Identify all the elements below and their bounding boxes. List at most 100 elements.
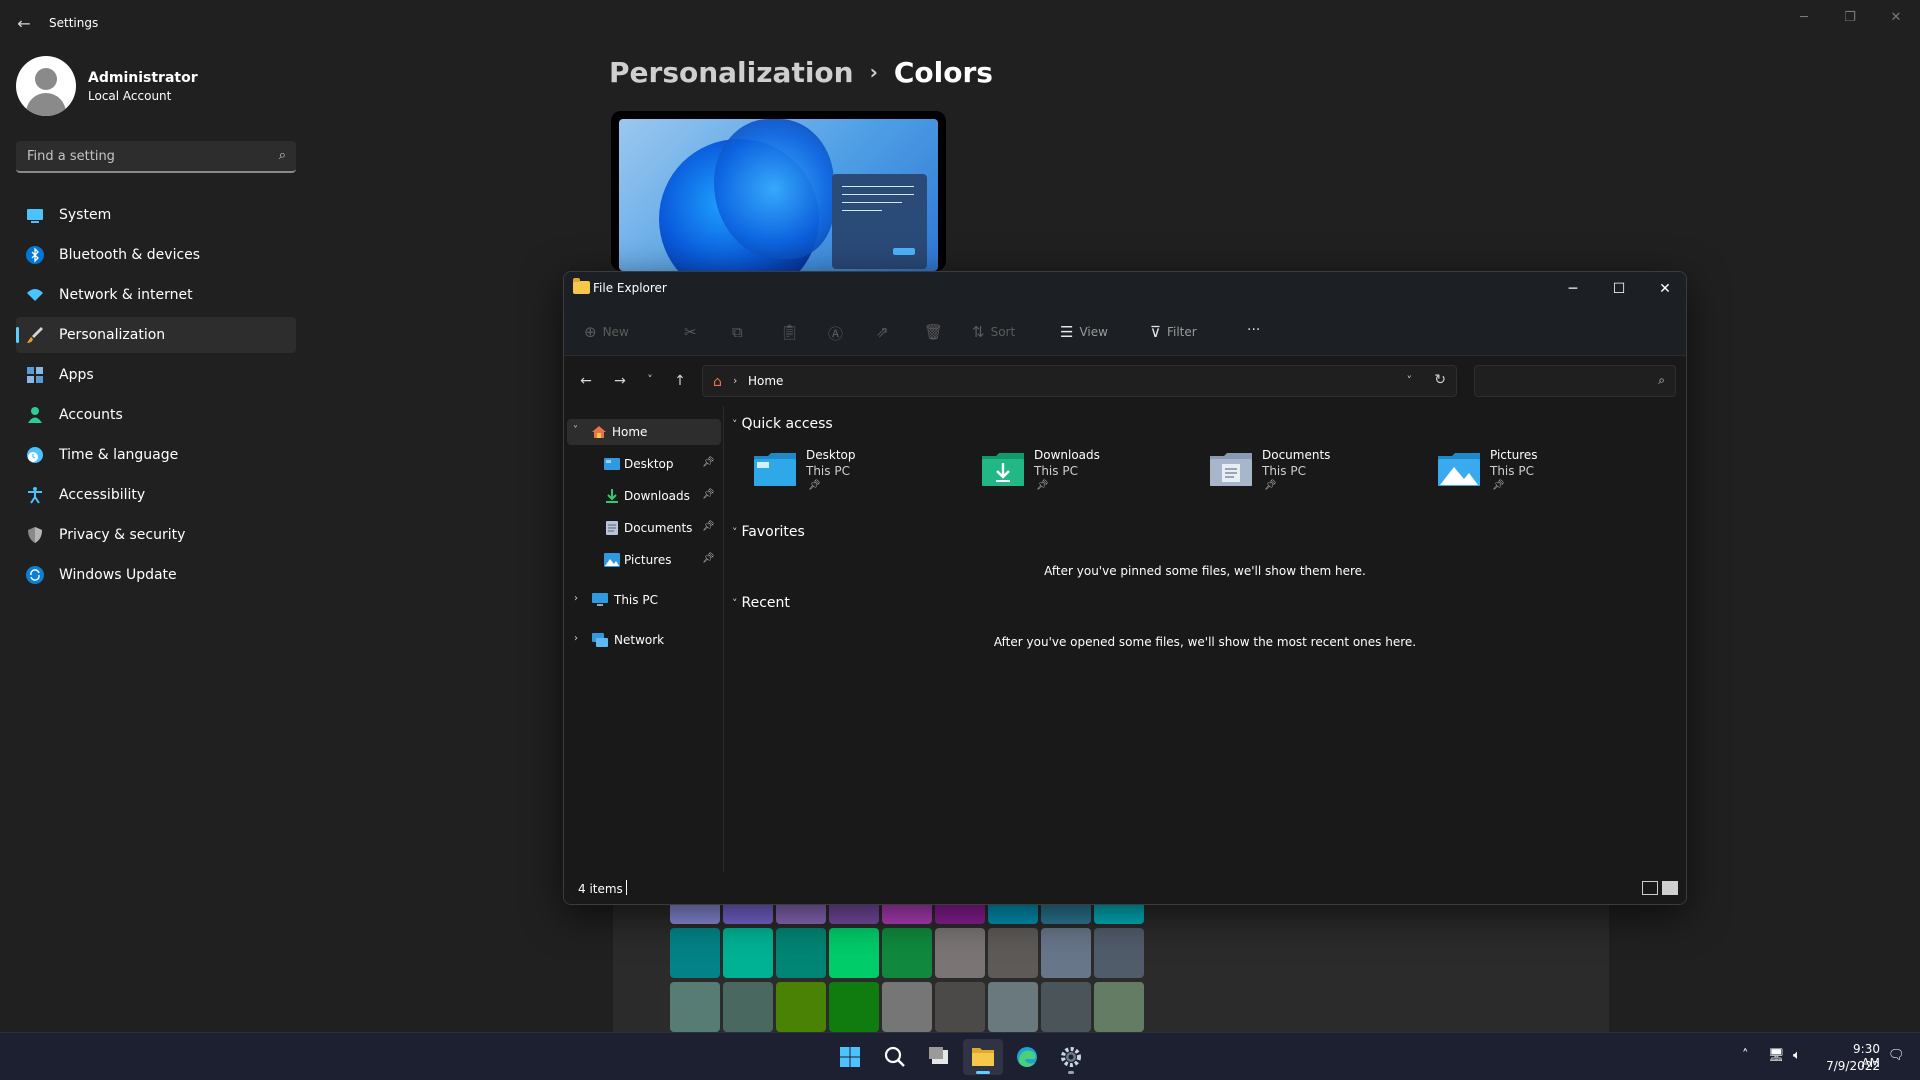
desktop-icon [604,456,620,470]
pin-icon[interactable]: 📌︎ [702,521,715,532]
pin-icon[interactable]: 📌︎ [702,553,715,564]
accent-color-swatch[interactable] [1094,982,1144,1032]
accent-color-swatch[interactable] [988,928,1038,978]
favorites-header[interactable]: ˅ Favorites [732,524,805,540]
chevron-down-icon[interactable]: ˅ [573,425,578,436]
forward-arrow-icon[interactable]: → [610,373,630,391]
sidebar-item-system[interactable]: System [16,197,296,233]
back-arrow-icon[interactable]: ← [576,373,596,391]
sidebar-item-network[interactable]: Network & internet [16,277,296,313]
more-options-button[interactable]: ··· [1247,322,1260,340]
accent-color-swatch[interactable] [723,928,773,978]
edge-button[interactable] [1007,1039,1047,1075]
accent-color-swatch[interactable] [988,982,1038,1032]
quick-access-item-documents[interactable]: Documents This PC 📌︎ [1210,446,1410,498]
sidebar-item-label: Network & internet [59,287,193,303]
maximize-button[interactable]: ❐ [1827,4,1873,32]
accent-color-swatch[interactable] [670,928,720,978]
quick-access-item-downloads[interactable]: Downloads This PC 📌︎ [982,446,1182,498]
item-count: 4 items [578,882,623,896]
recent-locations-chevron-icon[interactable]: ˅ [640,373,660,391]
explorer-search-input[interactable]: ⌕ [1474,365,1676,397]
accent-color-swatch[interactable] [1094,928,1144,978]
accent-color-swatch[interactable] [882,928,932,978]
start-button[interactable] [830,1039,870,1075]
accent-color-swatch[interactable] [935,928,985,978]
quick-access-item-pictures[interactable]: Pictures This PC 📌︎ [1438,446,1638,498]
tiles-view-icon[interactable] [1662,881,1678,895]
sidebar-item-personalization[interactable]: Personalization [16,317,296,353]
speaker-icon[interactable]: 🔈︎ [1793,1048,1801,1063]
accent-color-swatch[interactable] [670,982,720,1032]
close-button[interactable]: ✕ [1873,4,1919,32]
filter-button[interactable]: ⊽ Filter [1150,322,1197,341]
notifications-icon[interactable]: 🗨︎ [1888,1048,1905,1063]
sidebar-item-apps[interactable]: Apps [16,357,296,393]
sidebar-item-accessibility[interactable]: Accessibility [16,477,296,513]
scissors-icon: ✂ [684,323,697,341]
sidebar-item-windows-update[interactable]: Windows Update [16,557,296,593]
network-tray-icon[interactable]: 🖥︎ [1768,1048,1785,1063]
delete-button[interactable]: 🗑︎ [924,322,949,341]
minimize-button[interactable]: ─ [1550,272,1596,306]
accent-color-swatch[interactable] [776,928,826,978]
copy-button[interactable]: ⧉ [732,322,749,341]
new-button[interactable]: ⊕ New [584,322,629,341]
view-button[interactable]: ☰ View [1060,322,1108,341]
sidebar-item-label: Personalization [59,327,166,343]
home-icon [591,424,607,438]
clock-date[interactable]: 7/9/2022 [1822,1059,1880,1073]
accent-color-swatch[interactable] [935,982,985,1032]
accent-color-swatch[interactable] [776,982,826,1032]
chevron-right-icon[interactable]: › [574,593,578,604]
address-path[interactable]: Home [748,374,783,388]
chevron-right-icon[interactable]: › [733,374,737,387]
close-button[interactable]: ✕ [1642,272,1686,306]
accent-color-swatch[interactable] [829,982,879,1032]
settings-button[interactable] [1051,1039,1091,1075]
sidebar-item-time-language[interactable]: Time & language [16,437,296,473]
file-explorer-button[interactable] [963,1039,1003,1075]
details-view-icon[interactable] [1642,881,1658,895]
sidebar-item-bluetooth[interactable]: Bluetooth & devices [16,237,296,273]
refresh-icon[interactable]: ↻ [1434,372,1446,388]
tree-item-this-pc[interactable]: › This PC [564,587,718,613]
back-button[interactable]: ← [12,12,36,36]
tree-item-network[interactable]: › Network [564,627,718,653]
maximize-button[interactable]: ☐ [1596,272,1642,306]
sidebar-item-privacy[interactable]: Privacy & security [16,517,296,553]
cut-button[interactable]: ✂ [684,322,703,341]
tree-item-documents[interactable]: Documents 📌︎ [564,515,718,541]
breadcrumb-parent[interactable]: Personalization [609,56,854,89]
filter-icon: ⊽ [1150,323,1161,341]
sidebar-item-accounts[interactable]: Accounts [16,397,296,433]
file-explorer-window: File Explorer ─ ☐ ✕ ⊕ New ✂ ⧉ 📋︎ Ⓐ ⇗ 🗑︎ ⇅… [563,271,1687,905]
accent-color-swatch[interactable] [1041,928,1091,978]
share-button[interactable]: ⇗ [876,322,895,341]
pin-icon[interactable]: 📌︎ [702,457,715,468]
task-view-button[interactable] [919,1039,959,1075]
pin-icon[interactable]: 📌︎ [702,489,715,500]
settings-search-input[interactable]: Find a setting ⌕ [16,141,296,173]
chevron-up-icon[interactable]: ˄ [1742,1048,1749,1063]
accent-color-swatch[interactable] [829,928,879,978]
quick-access-item-desktop[interactable]: Desktop This PC 📌︎ [754,446,954,498]
tree-item-downloads[interactable]: Downloads 📌︎ [564,483,718,509]
tree-item-pictures[interactable]: Pictures 📌︎ [564,547,718,573]
search-button[interactable] [875,1039,915,1075]
address-bar[interactable]: ⌂ › Home ˅ ↻ [702,365,1457,397]
tree-item-home[interactable]: ˅ Home [567,419,721,445]
accent-color-swatch[interactable] [723,982,773,1032]
accent-color-swatch[interactable] [882,982,932,1032]
paste-button[interactable]: 📋︎ [780,322,805,341]
chevron-right-icon[interactable]: › [574,633,578,644]
tree-item-desktop[interactable]: Desktop 📌︎ [564,451,718,477]
recent-header[interactable]: ˅ Recent [732,595,790,611]
chevron-down-icon[interactable]: ˅ [1407,374,1413,387]
rename-button[interactable]: Ⓐ [828,322,849,343]
up-arrow-icon[interactable]: ↑ [670,373,690,391]
minimize-button[interactable]: ─ [1781,4,1827,32]
quick-access-header[interactable]: ˅ Quick access [732,416,833,432]
accent-color-swatch[interactable] [1041,982,1091,1032]
sort-button[interactable]: ⇅ Sort [972,322,1015,341]
